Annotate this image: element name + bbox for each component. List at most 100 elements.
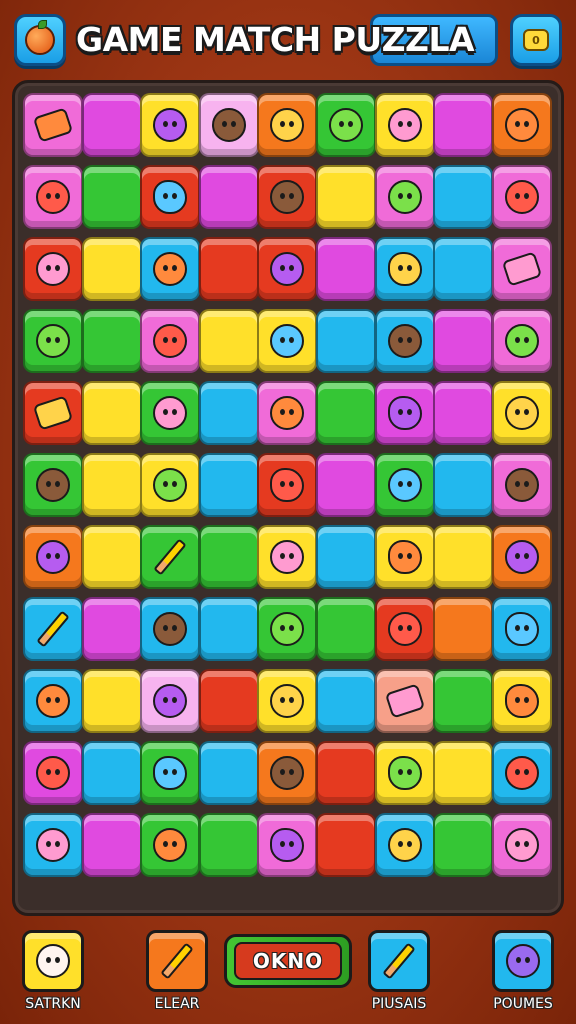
board-tile[interactable] bbox=[140, 669, 201, 733]
clear-button[interactable] bbox=[146, 930, 208, 992]
board-tile[interactable] bbox=[23, 93, 83, 157]
board-tile[interactable] bbox=[140, 309, 201, 373]
board-tile[interactable] bbox=[257, 381, 318, 445]
board-tile[interactable] bbox=[23, 813, 83, 877]
board-tile[interactable] bbox=[374, 741, 435, 805]
board-tile[interactable] bbox=[257, 93, 318, 157]
board-tile[interactable] bbox=[81, 165, 142, 229]
board-tile[interactable] bbox=[140, 93, 201, 157]
board-tile[interactable] bbox=[140, 741, 201, 805]
board-tile[interactable] bbox=[140, 453, 201, 517]
board-tile[interactable] bbox=[257, 309, 318, 373]
board-tile[interactable] bbox=[433, 813, 494, 877]
board-tile[interactable] bbox=[257, 525, 318, 589]
coins-button[interactable]: 0 bbox=[510, 14, 562, 66]
board-tile[interactable] bbox=[433, 381, 494, 445]
shop-button[interactable] bbox=[492, 930, 554, 992]
board-tile[interactable] bbox=[374, 165, 435, 229]
board-tile[interactable] bbox=[257, 813, 318, 877]
board-tile[interactable] bbox=[491, 453, 552, 517]
board-tile[interactable] bbox=[23, 309, 83, 373]
board-tile[interactable] bbox=[316, 813, 376, 877]
board-tile[interactable] bbox=[491, 741, 552, 805]
board-tile[interactable] bbox=[81, 741, 142, 805]
board-tile[interactable] bbox=[316, 93, 376, 157]
board-tile[interactable] bbox=[316, 165, 376, 229]
board-tile[interactable] bbox=[257, 669, 318, 733]
board-tile[interactable] bbox=[198, 525, 259, 589]
board-tile[interactable] bbox=[23, 165, 83, 229]
board-tile[interactable] bbox=[257, 453, 318, 517]
board-tile[interactable] bbox=[433, 741, 494, 805]
board-tile[interactable] bbox=[140, 525, 201, 589]
board-tile[interactable] bbox=[491, 813, 552, 877]
board-tile[interactable] bbox=[491, 93, 552, 157]
board-tile[interactable] bbox=[374, 597, 435, 661]
fruit-menu-button[interactable] bbox=[14, 14, 66, 66]
board-tile[interactable] bbox=[491, 165, 552, 229]
start-button[interactable] bbox=[22, 930, 84, 992]
board-tile[interactable] bbox=[198, 597, 259, 661]
board-tile[interactable] bbox=[491, 381, 552, 445]
board-tile[interactable] bbox=[316, 525, 376, 589]
board-tile[interactable] bbox=[374, 813, 435, 877]
board-tile[interactable] bbox=[23, 237, 83, 301]
board-tile[interactable] bbox=[257, 597, 318, 661]
board-tile[interactable] bbox=[23, 525, 83, 589]
board-tile[interactable] bbox=[433, 525, 494, 589]
board-tile[interactable] bbox=[374, 93, 435, 157]
board-tile[interactable] bbox=[316, 669, 376, 733]
board-tile[interactable] bbox=[433, 669, 494, 733]
board-tile[interactable] bbox=[81, 381, 142, 445]
board-tile[interactable] bbox=[491, 669, 552, 733]
board-tile[interactable] bbox=[257, 165, 318, 229]
board-tile[interactable] bbox=[316, 597, 376, 661]
board-tile[interactable] bbox=[140, 597, 201, 661]
board-tile[interactable] bbox=[81, 309, 142, 373]
board-tile[interactable] bbox=[23, 669, 83, 733]
board-tile[interactable] bbox=[316, 381, 376, 445]
board-tile[interactable] bbox=[198, 813, 259, 877]
board-tile[interactable] bbox=[374, 525, 435, 589]
board-tile[interactable] bbox=[23, 453, 83, 517]
board-tile[interactable] bbox=[433, 93, 494, 157]
board-tile[interactable] bbox=[316, 309, 376, 373]
hint-button[interactable] bbox=[368, 930, 430, 992]
board-tile[interactable] bbox=[23, 381, 83, 445]
board-tile[interactable] bbox=[491, 309, 552, 373]
board-tile[interactable] bbox=[140, 165, 201, 229]
board-tile[interactable] bbox=[491, 597, 552, 661]
board-tile[interactable] bbox=[316, 453, 376, 517]
board-tile[interactable] bbox=[81, 93, 142, 157]
board-tile[interactable] bbox=[374, 669, 435, 733]
board-tile[interactable] bbox=[81, 525, 142, 589]
board-tile[interactable] bbox=[198, 309, 259, 373]
board-tile[interactable] bbox=[433, 597, 494, 661]
board-tile[interactable] bbox=[198, 237, 259, 301]
board-tile[interactable] bbox=[198, 453, 259, 517]
board-tile[interactable] bbox=[433, 309, 494, 373]
board-tile[interactable] bbox=[374, 453, 435, 517]
board-tile[interactable] bbox=[81, 813, 142, 877]
board-tile[interactable] bbox=[198, 669, 259, 733]
board-tile[interactable] bbox=[198, 381, 259, 445]
board-tile[interactable] bbox=[140, 237, 201, 301]
board-tile[interactable] bbox=[316, 741, 376, 805]
board-tile[interactable] bbox=[23, 597, 83, 661]
board-tile[interactable] bbox=[198, 741, 259, 805]
board-tile[interactable] bbox=[374, 309, 435, 373]
board-tile[interactable] bbox=[81, 237, 142, 301]
board-tile[interactable] bbox=[81, 597, 142, 661]
board-tile[interactable] bbox=[433, 165, 494, 229]
board-tile[interactable] bbox=[140, 813, 201, 877]
board-tile[interactable] bbox=[433, 237, 494, 301]
board-tile[interactable] bbox=[257, 741, 318, 805]
board-tile[interactable] bbox=[316, 237, 376, 301]
board-tile[interactable] bbox=[140, 381, 201, 445]
board-tile[interactable] bbox=[374, 381, 435, 445]
board-tile[interactable] bbox=[257, 237, 318, 301]
board-tile[interactable] bbox=[491, 525, 552, 589]
board-tile[interactable] bbox=[374, 237, 435, 301]
board-tile[interactable] bbox=[491, 237, 552, 301]
board-tile[interactable] bbox=[81, 453, 142, 517]
